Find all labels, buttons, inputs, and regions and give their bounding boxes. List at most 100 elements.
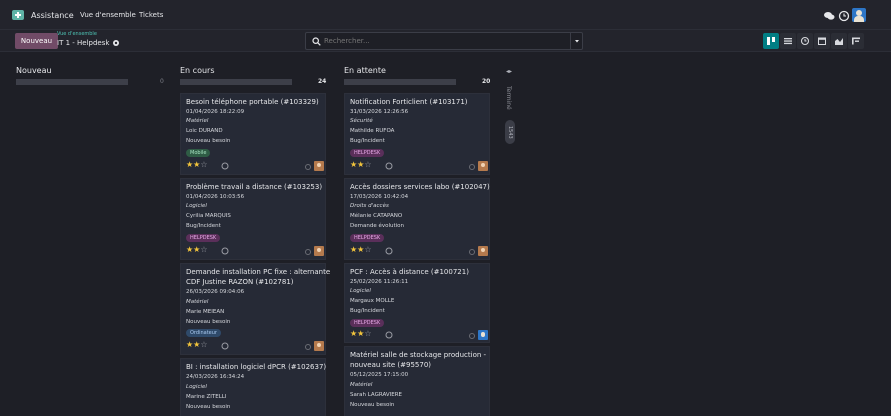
ticket-title-line2: nouveau site (#95570) <box>350 361 432 369</box>
ticket-assignee: Mathilde RUFOA <box>350 128 395 134</box>
menu-tickets[interactable]: Tickets <box>139 11 163 19</box>
column-title-in-progress[interactable]: En cours <box>180 66 215 75</box>
activity-clock-icon[interactable] <box>385 162 393 170</box>
chat-icon[interactable] <box>823 10 835 22</box>
ticket-assignee: Sarah LAGRAVIERE <box>350 392 403 398</box>
column-count-new: 0 <box>160 78 164 85</box>
ticket-category: Matériel <box>186 299 209 305</box>
ticket-type: Demande évolution <box>350 223 405 229</box>
ticket-assignee: Cyrilia MARQUIS <box>186 213 231 219</box>
view-activity-button[interactable] <box>797 33 813 49</box>
ticket-type: Nouveau besoin <box>186 138 231 144</box>
caret-down-icon <box>575 40 579 43</box>
new-button[interactable]: Nouveau <box>15 33 58 49</box>
ticket-category: Logiciel <box>350 288 371 294</box>
ticket-card[interactable]: Matériel salle de stockage production - … <box>344 346 490 416</box>
ticket-tag: HELPDESK <box>350 319 385 327</box>
status-dot[interactable] <box>469 164 475 170</box>
activity-clock-icon[interactable] <box>385 331 393 339</box>
ticket-date: 05/12/2025 17:15:00 <box>350 372 409 378</box>
ticket-card[interactable]: Besoin téléphone portable (#103329) 01/0… <box>180 93 326 175</box>
activity-clock-icon[interactable] <box>221 162 229 170</box>
expand-arrows-icon[interactable]: ◂▸ <box>506 68 512 75</box>
view-graph-button[interactable] <box>831 33 847 49</box>
clock-icon[interactable] <box>838 10 850 22</box>
kanban-view-icon <box>767 37 775 45</box>
pivot-view-icon <box>852 37 860 45</box>
activity-clock-icon[interactable] <box>221 342 229 350</box>
status-dot[interactable] <box>305 249 311 255</box>
ticket-card[interactable]: Accès dossiers services labo (#102047) 1… <box>344 178 490 260</box>
ticket-category: Matériel <box>186 118 209 124</box>
column-title-on-hold[interactable]: En attente <box>344 66 386 75</box>
ticket-card[interactable]: Demande installation PC fixe : alternant… <box>180 263 330 355</box>
breadcrumb-parent[interactable]: Vue d'ensemble <box>57 31 97 37</box>
view-pivot-button[interactable] <box>848 33 864 49</box>
ticket-tag: HELPDESK <box>350 149 385 157</box>
ticket-card[interactable]: Problème travail a distance (#103253) 01… <box>180 178 326 260</box>
app-logo-icon[interactable] <box>12 10 24 20</box>
priority-stars[interactable]: ★★☆ <box>350 160 372 169</box>
ticket-title: Besoin téléphone portable (#103329) <box>186 98 319 106</box>
breadcrumb-current: IT 1 - Helpdesk <box>57 39 110 47</box>
search-icon <box>312 37 321 46</box>
status-dot[interactable] <box>305 344 311 350</box>
ticket-date: 24/03/2026 16:34:24 <box>186 374 245 380</box>
folded-column-done[interactable]: ◂▸ Terminé 1543 <box>502 64 518 154</box>
ticket-date: 25/02/2026 11:26:11 <box>350 279 409 285</box>
search-input[interactable] <box>324 35 564 47</box>
column-count-on-hold: 20 <box>482 78 491 85</box>
search-dropdown-toggle[interactable] <box>570 33 582 49</box>
ticket-title: Notification Forticlient (#103171) <box>350 98 468 106</box>
top-navbar: Assistance Vue d'ensemble Tickets <box>0 0 891 30</box>
assignee-avatar[interactable] <box>314 341 324 351</box>
ticket-date: 01/04/2026 10:03:56 <box>186 194 245 200</box>
menu-overview[interactable]: Vue d'ensemble <box>80 11 136 19</box>
ticket-title: Matériel salle de stockage production - <box>350 351 487 359</box>
activity-clock-icon[interactable] <box>221 247 229 255</box>
priority-stars[interactable]: ★★☆ <box>186 160 208 169</box>
ticket-tag: HELPDESK <box>350 234 385 242</box>
ticket-category: Droits d'accès <box>350 203 389 209</box>
column-title-new[interactable]: Nouveau <box>16 66 52 75</box>
view-calendar-button[interactable] <box>814 33 830 49</box>
status-dot[interactable] <box>469 333 475 339</box>
status-dot[interactable] <box>305 164 311 170</box>
ticket-title: PCF : Accès à distance (#100721) <box>350 268 469 276</box>
folded-column-label: Terminé <box>505 86 512 110</box>
ticket-tag: Mobile <box>186 149 211 157</box>
app-name[interactable]: Assistance <box>31 11 74 20</box>
ticket-category: Sécurité <box>350 118 373 124</box>
priority-stars[interactable]: ★★☆ <box>350 329 372 338</box>
ticket-tag: HELPDESK <box>186 234 221 242</box>
ticket-card[interactable]: PCF : Accès à distance (#100721) 25/02/2… <box>344 263 490 343</box>
activity-clock-icon[interactable] <box>385 247 393 255</box>
ticket-date: 31/03/2026 12:26:56 <box>350 109 409 115</box>
assignee-avatar[interactable] <box>314 246 324 256</box>
ticket-card[interactable]: Notification Forticlient (#103171) 31/03… <box>344 93 490 175</box>
assignee-avatar[interactable] <box>478 246 488 256</box>
ticket-category: Matériel <box>350 382 373 388</box>
ticket-type: Bug/Incident <box>350 138 385 144</box>
priority-stars[interactable]: ★★☆ <box>186 340 208 349</box>
assignee-avatar[interactable] <box>478 161 488 171</box>
calendar-view-icon <box>818 37 826 45</box>
priority-stars[interactable]: ★★☆ <box>186 245 208 254</box>
ticket-type: Bug/Incident <box>350 308 385 314</box>
assignee-avatar[interactable] <box>478 330 488 340</box>
ticket-date: 17/03/2026 10:42:04 <box>350 194 409 200</box>
ticket-assignee: Margaux MOLLE <box>350 298 395 304</box>
ticket-date: 01/04/2026 18:22:09 <box>186 109 245 115</box>
folded-column-count: 1543 <box>505 120 515 144</box>
view-kanban-button[interactable] <box>763 33 779 49</box>
priority-stars[interactable]: ★★☆ <box>350 245 372 254</box>
graph-view-icon <box>835 38 843 45</box>
assignee-avatar[interactable] <box>314 161 324 171</box>
ticket-card[interactable]: BI : installation logiciel dPCR (#102637… <box>180 358 326 416</box>
view-list-button[interactable] <box>780 33 796 49</box>
ticket-type: Bug/Incident <box>186 223 221 229</box>
gear-icon[interactable] <box>112 39 120 47</box>
status-dot[interactable] <box>469 249 475 255</box>
ticket-assignee: Marine ZITELLI <box>186 394 227 400</box>
user-avatar[interactable] <box>852 8 866 22</box>
